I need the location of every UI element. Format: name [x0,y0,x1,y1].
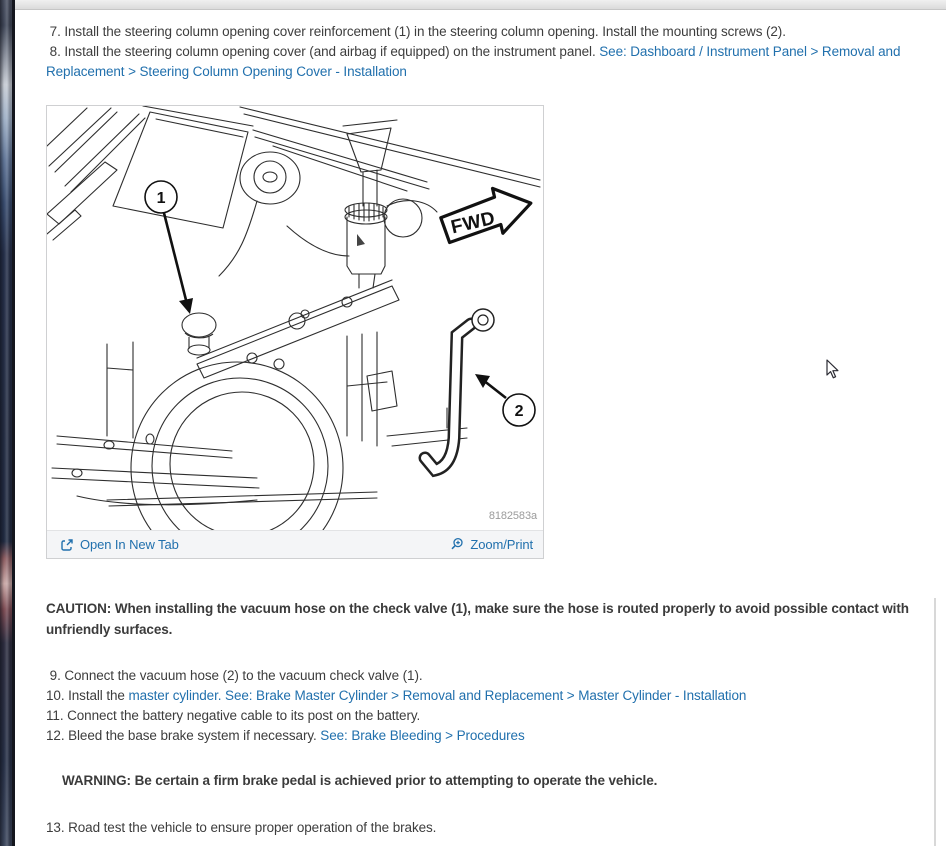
step-11: 11. Connect the battery negative cable t… [46,706,937,726]
callout-1: 1 [144,180,193,314]
step-12-see-link[interactable]: See: Brake Bleeding > Procedures [320,728,524,743]
step-11-text: 11. Connect the battery negative cable t… [46,708,421,723]
open-in-new-tab-label: Open In New Tab [80,536,179,552]
step-7-text: 7. Install the steering column opening c… [46,24,786,39]
zoom-print-link[interactable]: Zoom/Print [449,535,533,555]
check-valve [181,312,217,356]
step-12: 12. Bleed the base brake system if neces… [46,726,937,746]
procedure-content: 7. Install the steering column opening c… [46,14,937,838]
zoom-magnifier-icon [451,537,464,550]
step-10: 10. Install the master cylinder. See: Br… [46,686,937,706]
brake-booster-diagram: FWD 1 2 8182583a [47,106,543,530]
step-13: 13. Road test the vehicle to ensure prop… [46,818,937,838]
steps-7-8: 7. Install the steering column opening c… [46,14,937,82]
step-10-text: 10. Install the [46,688,129,703]
step-10-see-link[interactable]: master cylinder. See: Brake Master Cylin… [128,688,746,703]
callout-2: 2 [475,374,536,427]
diagram-figure: FWD 1 2 8182583a Open In New Tab Zoom/Pr… [46,105,544,559]
figure-number: 8182583a [489,510,538,522]
step-8-text: 8. Install the steering column opening c… [46,44,600,59]
warning-text: WARNING: Be certain a firm brake pedal i… [62,773,658,788]
figure-toolbar: Open In New Tab Zoom/Print [47,530,543,558]
step-7: 7. Install the steering column opening c… [46,22,937,42]
steps-9-12: 9. Connect the vacuum hose (2) to the va… [46,666,937,746]
callout-1-label: 1 [157,190,166,207]
callout-2-label: 2 [515,403,524,420]
caution-text: CAUTION: When installing the vacuum hose… [46,601,909,637]
fwd-arrow: FWD [439,186,533,245]
zoom-print-label: Zoom/Print [470,536,533,552]
step-8: 8. Install the steering column opening c… [46,42,937,82]
mouse-cursor [826,359,839,379]
step-9: 9. Connect the vacuum hose (2) to the va… [46,666,937,686]
step-9-text: 9. Connect the vacuum hose (2) to the va… [46,668,423,683]
open-in-new-tab-link[interactable]: Open In New Tab [60,535,179,555]
background-image-strip [0,0,15,846]
step-12-text: 12. Bleed the base brake system if neces… [46,728,321,743]
step-13-text: 13. Road test the vehicle to ensure prop… [46,820,437,835]
vacuum-hose [418,308,495,478]
horizontal-scrollbar-track[interactable] [15,0,946,10]
open-in-new-tab-icon [61,538,73,551]
vertical-scrollbar-track[interactable] [934,598,936,846]
